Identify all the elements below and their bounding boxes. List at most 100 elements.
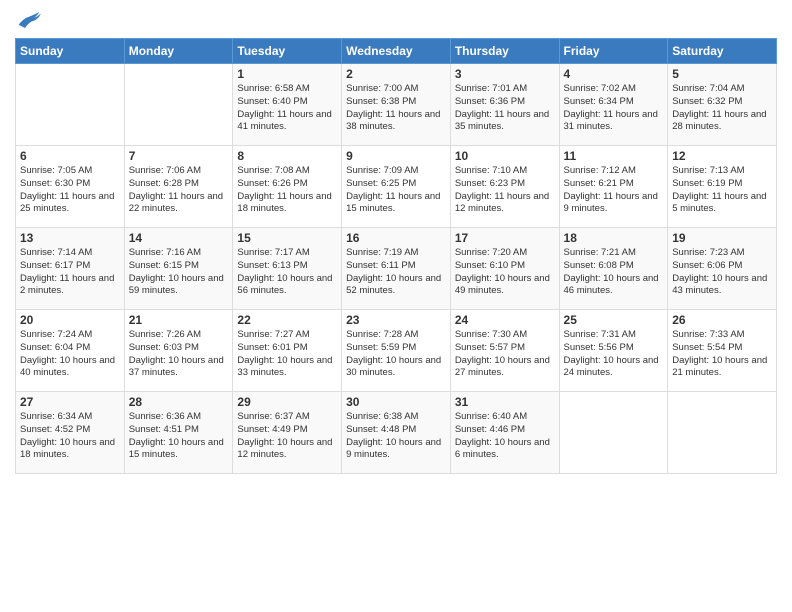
cell-content: Sunrise: 7:00 AMSunset: 6:38 PMDaylight:… (346, 83, 446, 134)
cell-content: Sunrise: 7:01 AMSunset: 6:36 PMDaylight:… (455, 83, 555, 134)
day-number: 8 (237, 149, 337, 163)
cell-content: Sunrise: 7:26 AMSunset: 6:03 PMDaylight:… (129, 329, 229, 380)
calendar-cell: 25 Sunrise: 7:31 AMSunset: 5:56 PMDayligh… (559, 310, 668, 392)
cell-content: Sunrise: 7:04 AMSunset: 6:32 PMDaylight:… (672, 83, 772, 134)
cell-content: Sunrise: 7:09 AMSunset: 6:25 PMDaylight:… (346, 165, 446, 216)
cell-content: Sunrise: 7:05 AMSunset: 6:30 PMDaylight:… (20, 165, 120, 216)
cell-content: Sunrise: 7:23 AMSunset: 6:06 PMDaylight:… (672, 247, 772, 298)
calendar-cell: 24Sunrise: 7:30 AMSunset: 5:57 PMDayligh… (450, 310, 559, 392)
header (15, 10, 777, 30)
calendar-cell: 17 Sunrise: 7:20 AMSunset: 6:10 PMDayligh… (450, 228, 559, 310)
calendar-page: SundayMondayTuesdayWednesdayThursdayFrid… (0, 0, 792, 489)
week-row-4: 20 Sunrise: 7:24 AMSunset: 6:04 PMDayligh… (16, 310, 777, 392)
calendar-cell: 14Sunrise: 7:16 AMSunset: 6:15 PMDayligh… (124, 228, 233, 310)
day-number: 11 (564, 149, 664, 163)
day-number: 28 (129, 395, 229, 409)
calendar-cell (124, 64, 233, 146)
day-number: 22 (237, 313, 337, 327)
cell-content: Sunrise: 7:31 AMSunset: 5:56 PMDaylight:… (564, 329, 664, 380)
day-number: 29 (237, 395, 337, 409)
day-header-thursday: Thursday (450, 39, 559, 64)
week-row-1: 1 Sunrise: 6:58 AMSunset: 6:40 PMDaylight… (16, 64, 777, 146)
calendar-cell: 30 Sunrise: 6:38 AMSunset: 4:48 PMDayligh… (342, 392, 451, 474)
cell-content: Sunrise: 7:28 AMSunset: 5:59 PMDaylight:… (346, 329, 446, 380)
cell-content: Sunrise: 7:17 AMSunset: 6:13 PMDaylight:… (237, 247, 337, 298)
day-number: 20 (20, 313, 120, 327)
week-row-3: 13 Sunrise: 7:14 AMSunset: 6:17 PMDayligh… (16, 228, 777, 310)
day-number: 9 (346, 149, 446, 163)
calendar-cell: 6 Sunrise: 7:05 AMSunset: 6:30 PMDaylight… (16, 146, 125, 228)
day-number: 1 (237, 67, 337, 81)
cell-content: Sunrise: 6:37 AMSunset: 4:49 PMDaylight:… (237, 411, 337, 462)
calendar-cell: 12Sunrise: 7:13 AMSunset: 6:19 PMDayligh… (668, 146, 777, 228)
calendar-cell: 21Sunrise: 7:26 AMSunset: 6:03 PMDayligh… (124, 310, 233, 392)
calendar-cell: 9 Sunrise: 7:09 AMSunset: 6:25 PMDaylight… (342, 146, 451, 228)
cell-content: Sunrise: 6:40 AMSunset: 4:46 PMDaylight:… (455, 411, 555, 462)
day-number: 18 (564, 231, 664, 245)
day-number: 26 (672, 313, 772, 327)
cell-content: Sunrise: 7:24 AMSunset: 6:04 PMDaylight:… (20, 329, 120, 380)
calendar-cell: 29 Sunrise: 6:37 AMSunset: 4:49 PMDayligh… (233, 392, 342, 474)
day-number: 16 (346, 231, 446, 245)
calendar-cell: 15 Sunrise: 7:17 AMSunset: 6:13 PMDayligh… (233, 228, 342, 310)
day-number: 14 (129, 231, 229, 245)
calendar-cell: 10 Sunrise: 7:10 AMSunset: 6:23 PMDayligh… (450, 146, 559, 228)
day-number: 10 (455, 149, 555, 163)
cell-content: Sunrise: 7:14 AMSunset: 6:17 PMDaylight:… (20, 247, 120, 298)
logo (15, 10, 41, 30)
cell-content: Sunrise: 7:33 AMSunset: 5:54 PMDaylight:… (672, 329, 772, 380)
day-number: 4 (564, 67, 664, 81)
calendar-cell: 13 Sunrise: 7:14 AMSunset: 6:17 PMDayligh… (16, 228, 125, 310)
bird-icon (17, 10, 41, 30)
calendar-cell: 26 Sunrise: 7:33 AMSunset: 5:54 PMDayligh… (668, 310, 777, 392)
day-number: 15 (237, 231, 337, 245)
cell-content: Sunrise: 6:58 AMSunset: 6:40 PMDaylight:… (237, 83, 337, 134)
day-number: 27 (20, 395, 120, 409)
day-number: 30 (346, 395, 446, 409)
cell-content: Sunrise: 7:02 AMSunset: 6:34 PMDaylight:… (564, 83, 664, 134)
cell-content: Sunrise: 7:19 AMSunset: 6:11 PMDaylight:… (346, 247, 446, 298)
calendar-cell: 2Sunrise: 7:00 AMSunset: 6:38 PMDaylight… (342, 64, 451, 146)
day-number: 17 (455, 231, 555, 245)
week-row-5: 27Sunrise: 6:34 AMSunset: 4:52 PMDayligh… (16, 392, 777, 474)
day-number: 7 (129, 149, 229, 163)
calendar-cell: 11 Sunrise: 7:12 AMSunset: 6:21 PMDayligh… (559, 146, 668, 228)
day-number: 25 (564, 313, 664, 327)
day-number: 23 (346, 313, 446, 327)
calendar-cell (668, 392, 777, 474)
calendar-cell (16, 64, 125, 146)
calendar-cell: 8 Sunrise: 7:08 AMSunset: 6:26 PMDaylight… (233, 146, 342, 228)
day-number: 31 (455, 395, 555, 409)
calendar-cell: 27Sunrise: 6:34 AMSunset: 4:52 PMDayligh… (16, 392, 125, 474)
day-header-friday: Friday (559, 39, 668, 64)
cell-content: Sunrise: 7:21 AMSunset: 6:08 PMDaylight:… (564, 247, 664, 298)
calendar-cell (559, 392, 668, 474)
day-number: 3 (455, 67, 555, 81)
calendar-cell: 28Sunrise: 6:36 AMSunset: 4:51 PMDayligh… (124, 392, 233, 474)
cell-content: Sunrise: 6:38 AMSunset: 4:48 PMDaylight:… (346, 411, 446, 462)
cell-content: Sunrise: 7:08 AMSunset: 6:26 PMDaylight:… (237, 165, 337, 216)
calendar-cell: 31 Sunrise: 6:40 AMSunset: 4:46 PMDayligh… (450, 392, 559, 474)
calendar-cell: 4 Sunrise: 7:02 AMSunset: 6:34 PMDaylight… (559, 64, 668, 146)
cell-content: Sunrise: 7:27 AMSunset: 6:01 PMDaylight:… (237, 329, 337, 380)
calendar-cell: 3 Sunrise: 7:01 AMSunset: 6:36 PMDaylight… (450, 64, 559, 146)
calendar-cell: 18 Sunrise: 7:21 AMSunset: 6:08 PMDayligh… (559, 228, 668, 310)
logo-area (15, 10, 41, 30)
day-number: 5 (672, 67, 772, 81)
calendar-table: SundayMondayTuesdayWednesdayThursdayFrid… (15, 38, 777, 474)
cell-content: Sunrise: 7:12 AMSunset: 6:21 PMDaylight:… (564, 165, 664, 216)
calendar-cell: 22 Sunrise: 7:27 AMSunset: 6:01 PMDayligh… (233, 310, 342, 392)
day-header-monday: Monday (124, 39, 233, 64)
day-number: 13 (20, 231, 120, 245)
calendar-cell: 16 Sunrise: 7:19 AMSunset: 6:11 PMDayligh… (342, 228, 451, 310)
calendar-cell: 1 Sunrise: 6:58 AMSunset: 6:40 PMDaylight… (233, 64, 342, 146)
calendar-cell: 23 Sunrise: 7:28 AMSunset: 5:59 PMDayligh… (342, 310, 451, 392)
day-number: 6 (20, 149, 120, 163)
cell-content: Sunrise: 7:06 AMSunset: 6:28 PMDaylight:… (129, 165, 229, 216)
cell-content: Sunrise: 7:20 AMSunset: 6:10 PMDaylight:… (455, 247, 555, 298)
cell-content: Sunrise: 7:10 AMSunset: 6:23 PMDaylight:… (455, 165, 555, 216)
calendar-cell: 7 Sunrise: 7:06 AMSunset: 6:28 PMDaylight… (124, 146, 233, 228)
calendar-cell: 20 Sunrise: 7:24 AMSunset: 6:04 PMDayligh… (16, 310, 125, 392)
cell-content: Sunrise: 7:13 AMSunset: 6:19 PMDaylight:… (672, 165, 772, 216)
day-number: 24 (455, 313, 555, 327)
